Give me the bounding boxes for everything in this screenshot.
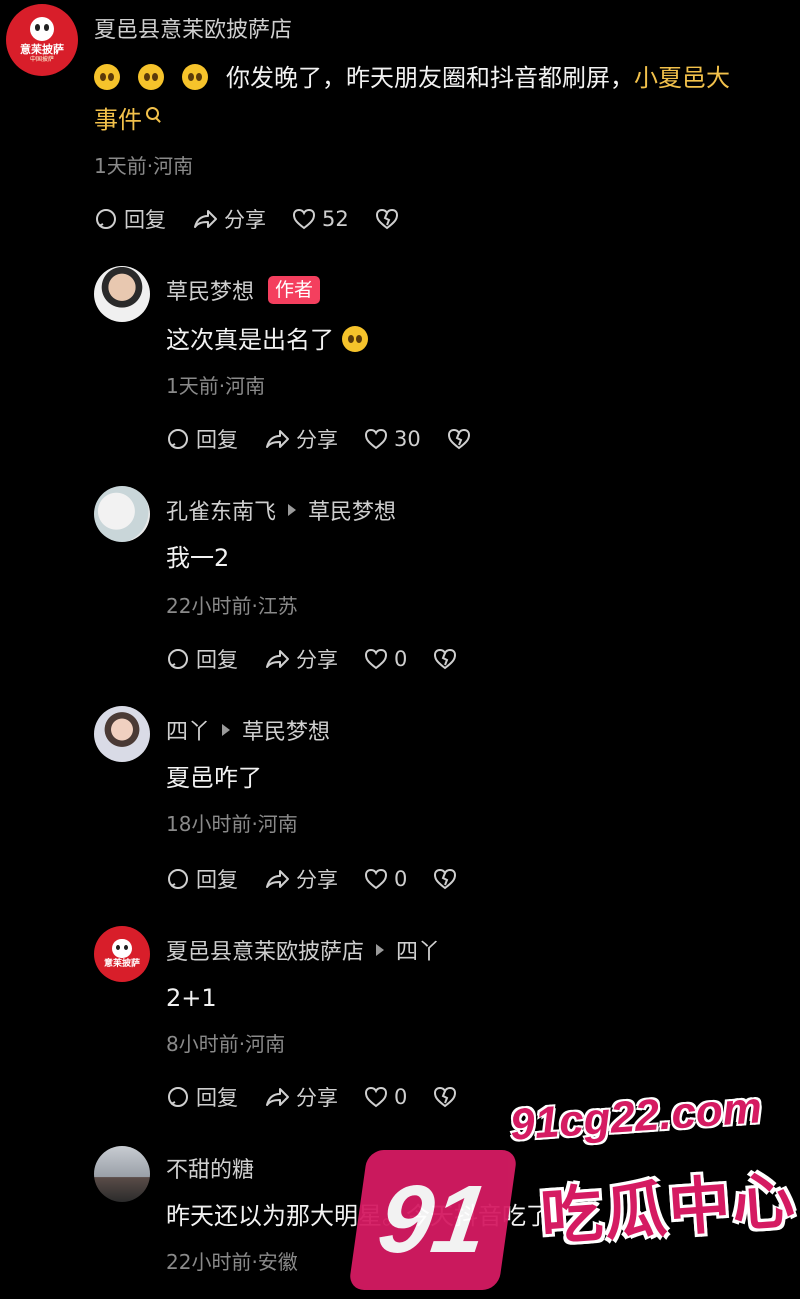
author-badge: 作者 [268, 276, 321, 304]
dislike-icon [375, 208, 398, 230]
share-icon [266, 870, 289, 888]
dislike-button[interactable] [433, 868, 463, 890]
heart-icon [364, 428, 388, 450]
heart-icon [364, 1086, 388, 1108]
dislike-button[interactable] [447, 428, 477, 450]
reply-button[interactable]: 回复 [94, 204, 166, 234]
heart-icon [364, 648, 388, 670]
emoji-icon [138, 64, 164, 90]
like-button[interactable]: 0 [364, 1085, 407, 1109]
reply-to-name[interactable]: 四丫 [396, 934, 440, 966]
search-icon[interactable] [146, 107, 159, 120]
topic-link[interactable]: 小夏邑大 [634, 64, 730, 92]
comment-text-line2: 事件 [94, 100, 159, 140]
dislike-button[interactable] [375, 208, 405, 230]
like-button[interactable]: 0 [364, 867, 407, 891]
comment-meta: 22小时前·江苏 [166, 594, 298, 618]
dislike-icon [447, 428, 470, 450]
comment-meta: 22小时前·安徽 [166, 1250, 298, 1274]
reply-to-name[interactable]: 草民梦想 [242, 714, 330, 746]
comment-meta: 1天前·河南 [94, 154, 194, 178]
share-icon [266, 650, 289, 668]
comment-text: 这次真是出名了 [166, 320, 368, 360]
like-count: 52 [322, 207, 349, 231]
reply-to-name[interactable]: 草民梦想 [308, 494, 396, 526]
like-count: 0 [394, 1085, 408, 1109]
site-watermark: 91 91cg22.com 吃瓜中心 [348, 1080, 800, 1299]
comment-actions: 回复 分享 0 [166, 864, 489, 894]
comment-meta: 1天前·河南 [166, 374, 266, 398]
share-icon [266, 1088, 289, 1106]
comment-text: 我一2 [166, 544, 230, 572]
like-button[interactable]: 52 [292, 207, 349, 231]
commenter-name[interactable]: 夏邑县意苿欧披萨店 四丫 [166, 934, 440, 966]
commenter-name[interactable]: 草民梦想 作者 [166, 274, 321, 306]
dislike-icon [434, 868, 457, 890]
reply-button[interactable]: 回复 [166, 644, 238, 674]
share-button[interactable]: 分享 [192, 204, 266, 234]
avatar[interactable]: 意苿披萨 中国披萨 [6, 4, 78, 76]
dislike-button[interactable] [433, 1086, 463, 1108]
brand-logo: 意苿披萨 中国披萨 [6, 4, 78, 76]
commenter-name[interactable]: 孔雀东南飞 草民梦想 [166, 494, 396, 526]
comment-text: 夏邑咋了 [166, 764, 262, 792]
dislike-button[interactable] [433, 648, 463, 670]
comment-meta: 8小时前·河南 [166, 1032, 286, 1056]
comment-text: 昨天还以为那大明星。今天抖音吃了 [166, 1202, 550, 1230]
heart-icon [364, 868, 388, 890]
comment-actions: 回复 分享 52 [94, 204, 431, 234]
emoji-icon [94, 64, 120, 90]
commenter-name[interactable]: 夏邑县意苿欧披萨店 [94, 12, 292, 44]
reply-arrow-icon [376, 944, 385, 956]
avatar[interactable] [94, 1146, 150, 1202]
comment-actions: 回复 分享 0 [166, 644, 489, 674]
laughing-emoji-icon [342, 326, 368, 352]
reply-button[interactable]: 回复 [166, 424, 238, 454]
reply-button[interactable]: 回复 [166, 864, 238, 894]
share-button[interactable]: 分享 [264, 424, 338, 454]
share-button[interactable]: 分享 [264, 644, 338, 674]
comment-actions: 回复 分享 30 [166, 424, 503, 454]
like-button[interactable]: 0 [364, 647, 407, 671]
reply-icon [96, 209, 116, 229]
brand-logo: 意苿披萨 [94, 926, 150, 982]
reply-arrow-icon [288, 504, 297, 516]
like-count: 0 [394, 647, 408, 671]
share-icon [266, 430, 289, 448]
panda-icon [29, 16, 55, 42]
comment-text: 2+1 [166, 984, 217, 1012]
avatar[interactable] [94, 266, 150, 322]
avatar[interactable]: 意苿披萨 [94, 926, 150, 982]
share-button[interactable]: 分享 [264, 1082, 338, 1112]
reply-icon [168, 649, 188, 669]
share-icon [194, 210, 217, 228]
comment-meta: 18小时前·河南 [166, 812, 298, 836]
commenter-name[interactable]: 不甜的糖 [166, 1152, 254, 1184]
reply-button[interactable]: 回复 [166, 1082, 238, 1112]
like-button[interactable]: 30 [364, 427, 421, 451]
comment-text: 你发晚了，昨天朋友圈和抖音都刷屏，小夏邑大 [94, 58, 730, 98]
dislike-icon [434, 648, 457, 670]
topic-link[interactable]: 事件 [94, 106, 142, 134]
watermark-title: 吃瓜中心 [538, 1163, 799, 1254]
comment-actions: 回复 分享 0 [166, 1082, 489, 1112]
reply-icon [168, 869, 188, 889]
watermark-domain: 91cg22.com [508, 1083, 764, 1150]
emoji-icon [182, 64, 208, 90]
share-button[interactable]: 分享 [264, 864, 338, 894]
commenter-name[interactable]: 四丫 草民梦想 [166, 714, 330, 746]
reply-icon [168, 1087, 188, 1107]
like-count: 30 [394, 427, 421, 451]
avatar[interactable] [94, 486, 150, 542]
reply-icon [168, 429, 188, 449]
heart-icon [292, 208, 316, 230]
panda-icon [112, 938, 132, 958]
like-count: 0 [394, 867, 408, 891]
avatar[interactable] [94, 706, 150, 762]
reply-arrow-icon [222, 724, 231, 736]
dislike-icon [434, 1086, 457, 1108]
